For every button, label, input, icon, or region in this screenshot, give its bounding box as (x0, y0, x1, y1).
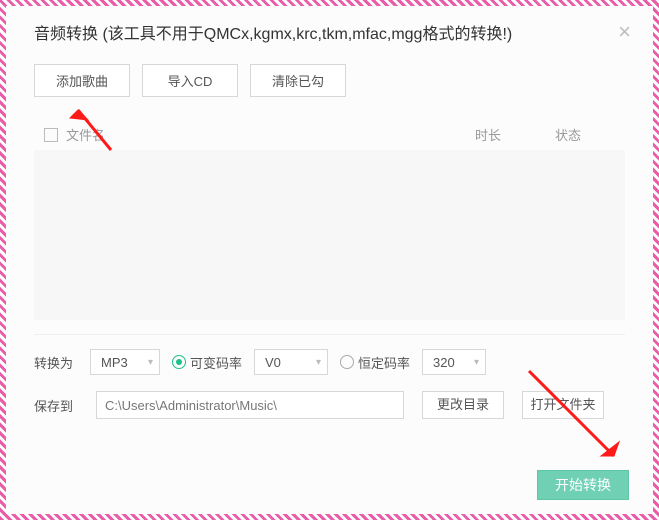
column-status: 状态 (555, 125, 615, 144)
vbr-label: 可变码率 (190, 353, 242, 372)
chevron-down-icon: ▾ (474, 357, 479, 368)
cbr-label: 恒定码率 (358, 353, 410, 372)
radio-icon (172, 355, 186, 369)
vbr-quality-select[interactable]: V0 ▾ (254, 349, 328, 375)
list-body (34, 150, 625, 320)
add-song-button[interactable]: 添加歌曲 (34, 64, 130, 97)
cbr-radio[interactable]: 恒定码率 (340, 353, 410, 372)
convert-settings-row: 转换为 MP3 ▾ 可变码率 V0 ▾ 恒定码率 320 ▾ (6, 335, 653, 375)
convert-to-label: 转换为 (34, 353, 78, 372)
save-row: 保存到 更改目录 打开文件夹 (6, 375, 653, 419)
open-folder-button[interactable]: 打开文件夹 (522, 391, 604, 419)
toolbar: 添加歌曲 导入CD 清除已勾 (6, 54, 653, 101)
cbr-bitrate-select[interactable]: 320 ▾ (422, 349, 486, 375)
titlebar: 音频转换 (该工具不用于QMCx,kgmx,krc,tkm,mfac,mgg格式… (6, 6, 653, 54)
column-duration: 时长 (475, 125, 555, 144)
change-dir-button[interactable]: 更改目录 (422, 391, 504, 419)
format-value: MP3 (101, 355, 128, 370)
save-path-input[interactable] (96, 391, 404, 419)
cbr-bitrate-value: 320 (433, 355, 455, 370)
import-cd-button[interactable]: 导入CD (142, 64, 238, 97)
format-select[interactable]: MP3 ▾ (90, 349, 160, 375)
dialog-title: 音频转换 (该工具不用于QMCx,kgmx,krc,tkm,mfac,mgg格式… (34, 20, 512, 44)
chevron-down-icon: ▾ (316, 357, 321, 368)
list-header: 文件名 时长 状态 (34, 119, 625, 150)
vbr-radio[interactable]: 可变码率 (172, 353, 242, 372)
save-to-label: 保存到 (34, 396, 78, 415)
close-icon[interactable]: × (618, 21, 631, 43)
dialog-window: 音频转换 (该工具不用于QMCx,kgmx,krc,tkm,mfac,mgg格式… (6, 6, 653, 514)
select-all-checkbox[interactable] (44, 128, 58, 142)
chevron-down-icon: ▾ (148, 357, 153, 368)
clear-checked-button[interactable]: 清除已勾 (250, 64, 346, 97)
radio-icon (340, 355, 354, 369)
start-convert-button[interactable]: 开始转换 (537, 470, 629, 500)
column-filename: 文件名 (66, 125, 475, 144)
vbr-quality-value: V0 (265, 355, 281, 370)
file-list: 文件名 时长 状态 (34, 119, 625, 320)
